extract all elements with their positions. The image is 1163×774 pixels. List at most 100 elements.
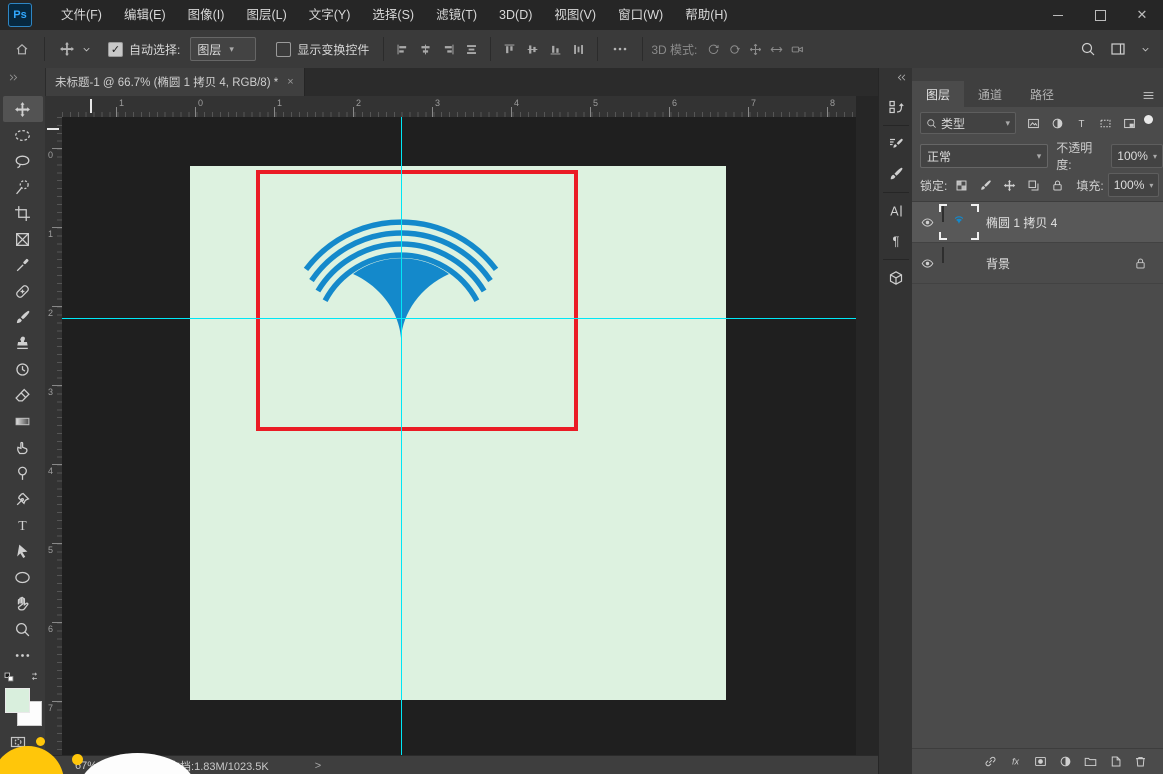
vertical-guide[interactable]	[401, 117, 402, 755]
path-select-tool[interactable]	[3, 538, 43, 564]
layer-visibility-eye-icon[interactable]	[912, 257, 942, 270]
menu-帮助[interactable]: 帮助(H)	[674, 0, 738, 30]
vertical-ruler[interactable]: 0 1 2 3 4 5 6 7	[45, 117, 63, 755]
crop-tool[interactable]	[3, 200, 43, 226]
layer-row-0[interactable]: 椭圆 1 拷贝 4	[912, 202, 1163, 243]
default-colors-icon[interactable]	[4, 672, 15, 683]
pen-tool[interactable]	[3, 486, 43, 512]
menu-图像[interactable]: 图像(I)	[177, 0, 236, 30]
blend-mode-dropdown[interactable]: 正常 ▾	[920, 144, 1049, 168]
link-button[interactable]	[984, 755, 997, 768]
dock-panel-character[interactable]: A	[879, 196, 913, 226]
folder-button[interactable]	[1084, 755, 1097, 768]
dock-panel-cube3d[interactable]	[879, 263, 913, 293]
quick-select-tool[interactable]	[3, 174, 43, 200]
dock-panel-paragraph[interactable]: ¶	[879, 226, 913, 256]
tab-图层[interactable]: 图层	[912, 81, 965, 107]
align-center-h-icon[interactable]	[419, 43, 432, 56]
filter-shape-layer-button[interactable]	[1095, 113, 1116, 133]
zoom-tool[interactable]	[3, 616, 43, 642]
filter-pixel-layer-button[interactable]	[1023, 113, 1044, 133]
minimize-button[interactable]	[1037, 0, 1079, 30]
eyedropper-tool[interactable]	[3, 252, 43, 278]
show-transform-checkbox[interactable]	[276, 41, 292, 57]
lock-brush-button[interactable]	[976, 176, 994, 194]
fill-input[interactable]: 100% ▾	[1107, 173, 1160, 197]
menu-文字[interactable]: 文字(Y)	[298, 0, 362, 30]
lasso-tool[interactable]	[3, 148, 43, 174]
marquee-tool[interactable]	[3, 122, 43, 148]
tab-路径[interactable]: 路径	[1016, 81, 1068, 107]
layer-thumbnail[interactable]	[939, 204, 979, 240]
stamp-tool[interactable]	[3, 330, 43, 356]
horizontal-ruler[interactable]: 1 0 1 2 3 4 5 6 7 8	[62, 96, 856, 118]
align-right-icon[interactable]	[442, 43, 455, 56]
lock-lock-button[interactable]	[1048, 176, 1066, 194]
dock-collapse-icon[interactable]	[896, 72, 907, 83]
move-tool-icon[interactable]	[59, 41, 75, 57]
workspace-switcher-icon[interactable]	[1110, 41, 1126, 57]
distribute-h-icon[interactable]	[465, 43, 478, 56]
home-icon[interactable]	[14, 41, 30, 57]
layer-row-1[interactable]: 背景	[912, 243, 1163, 284]
filter-type-layer-button[interactable]: T	[1071, 113, 1092, 133]
layer-thumbnail[interactable]	[942, 247, 976, 278]
move-tool[interactable]	[2, 96, 43, 122]
maximize-button[interactable]	[1079, 0, 1121, 30]
horizontal-guide[interactable]	[62, 318, 856, 319]
align-left-icon[interactable]	[396, 43, 409, 56]
auto-select-target-dropdown[interactable]: 图层 ▾	[190, 37, 257, 61]
layer-filter-dropdown[interactable]: 类型 ▾	[920, 112, 1016, 134]
swap-colors-icon[interactable]	[29, 672, 40, 683]
dock-panel-brushes[interactable]	[879, 159, 913, 189]
adjustment-button[interactable]	[1059, 755, 1072, 768]
brush-tool[interactable]	[3, 304, 43, 330]
align-center-v-icon[interactable]	[526, 43, 539, 56]
type-tool[interactable]: T	[3, 512, 43, 538]
filter-smart-object-button[interactable]	[1119, 113, 1140, 133]
3d-pan-icon[interactable]	[749, 43, 762, 56]
menu-文件[interactable]: 文件(F)	[50, 0, 113, 30]
menu-编辑[interactable]: 编辑(E)	[113, 0, 177, 30]
eraser-tool[interactable]	[3, 382, 43, 408]
lock-move-button[interactable]	[1000, 176, 1018, 194]
distribute-v-icon[interactable]	[572, 43, 585, 56]
frame-tool[interactable]	[3, 226, 43, 252]
mask-button[interactable]	[1034, 755, 1047, 768]
lock-artboard-button[interactable]	[1024, 176, 1042, 194]
new-layer-button[interactable]	[1109, 755, 1122, 768]
filter-adjustment-button[interactable]	[1047, 113, 1068, 133]
shape-tool[interactable]	[3, 564, 43, 590]
close-button[interactable]: ✕	[1121, 0, 1163, 30]
tab-通道[interactable]: 通道	[964, 81, 1016, 107]
gradient-tool[interactable]	[3, 408, 43, 434]
menu-窗口[interactable]: 窗口(W)	[607, 0, 674, 30]
trash-button[interactable]	[1134, 755, 1147, 768]
dock-panel-history[interactable]	[879, 92, 913, 122]
opacity-input[interactable]: 100% ▾	[1111, 144, 1163, 168]
fx-button[interactable]: fx	[1009, 755, 1022, 768]
3d-orbit-icon[interactable]	[707, 43, 720, 56]
document-tab[interactable]: 未标题-1 @ 66.7% (椭圆 1 拷贝 4, RGB/8) * ×	[45, 68, 305, 96]
hand-tool[interactable]	[3, 590, 43, 616]
tab-close-icon[interactable]: ×	[287, 76, 293, 88]
menu-滤镜[interactable]: 滤镜(T)	[425, 0, 488, 30]
chevron-down-icon[interactable]	[1140, 44, 1151, 55]
align-bottom-icon[interactable]	[549, 43, 562, 56]
healing-tool[interactable]	[3, 278, 43, 304]
search-icon[interactable]	[1080, 41, 1096, 57]
layer-name[interactable]: 椭圆 1 拷贝 4	[986, 214, 1057, 231]
3d-roll-icon[interactable]	[728, 43, 741, 56]
panel-menu-icon[interactable]	[1142, 89, 1155, 102]
layer-name[interactable]: 背景	[986, 255, 1010, 272]
filter-toggle[interactable]	[1144, 114, 1153, 124]
3d-camera-icon[interactable]	[791, 43, 804, 56]
chevron-down-icon[interactable]	[81, 44, 92, 55]
menu-视图[interactable]: 视图(V)	[543, 0, 607, 30]
menu-3D[interactable]: 3D(D)	[488, 0, 543, 30]
lock-checker-button[interactable]	[952, 176, 970, 194]
more-dots-tool[interactable]	[3, 642, 43, 668]
smudge-tool[interactable]	[3, 434, 43, 460]
3d-slide-icon[interactable]	[770, 43, 783, 56]
canvas-viewport[interactable]	[62, 117, 856, 755]
